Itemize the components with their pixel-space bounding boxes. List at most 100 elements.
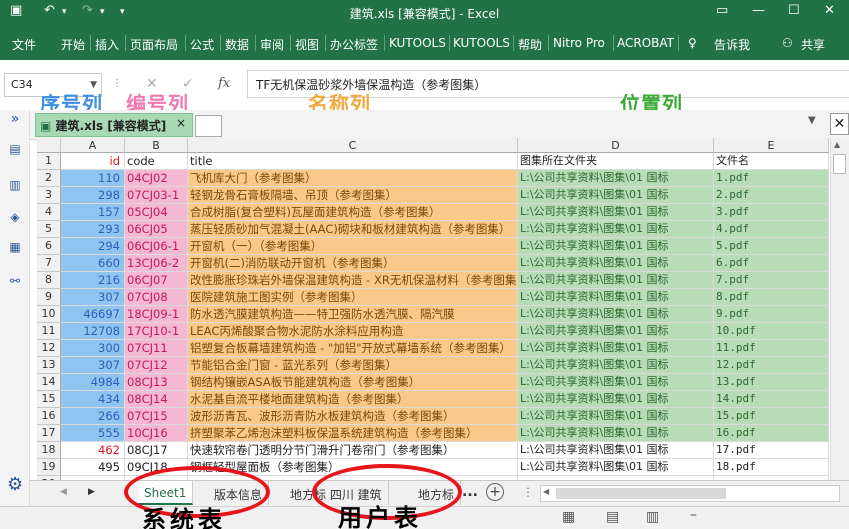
cell-b7[interactable]: 13CJ06-2	[125, 255, 188, 272]
cell-d19[interactable]: L:\公司共享资料\图集\01 国标	[518, 459, 714, 476]
scroll-sheets-right-icon[interactable]: ▶	[88, 487, 95, 497]
cell-b16[interactable]: 07CJ15	[125, 408, 188, 425]
column-header-c[interactable]: C	[188, 138, 518, 153]
cell-a19[interactable]: 495	[61, 459, 125, 476]
cell-a5[interactable]: 293	[61, 221, 125, 238]
expand-panel-icon[interactable]: »	[7, 112, 23, 126]
cell-c6[interactable]: 开窗机（一）（参考图集）	[188, 238, 518, 255]
cell-d4[interactable]: L:\公司共享资料\图集\01 国标	[518, 204, 714, 221]
tab-kutools-plus[interactable]: KUTOOLS	[453, 36, 510, 50]
cell-d17[interactable]: L:\公司共享资料\图集\01 国标	[518, 425, 714, 442]
cell-a2[interactable]: 110	[61, 170, 125, 187]
cell-e15[interactable]: 14.pdf	[714, 391, 829, 408]
document-tab[interactable]: ▣ 建筑.xls [兼容模式] ×	[35, 113, 193, 137]
cell-c3[interactable]: 轻钢龙骨石膏板隔墙、吊顶（参考图集）	[188, 187, 518, 204]
cell-a11[interactable]: 12708	[61, 323, 125, 340]
cell-e1[interactable]: 文件名	[714, 153, 829, 170]
cell-a6[interactable]: 294	[61, 238, 125, 255]
tab-list-dropdown-icon[interactable]: ▼	[808, 115, 816, 126]
row-header[interactable]: 18	[37, 442, 61, 459]
row-header[interactable]: 14	[37, 374, 61, 391]
minimize-button[interactable]: —	[752, 3, 765, 18]
cell-b13[interactable]: 07CJ12	[125, 357, 188, 374]
cell-c14[interactable]: 钢结构镶嵌ASA板节能建筑构造（参考图集）	[188, 374, 518, 391]
cell-d8[interactable]: L:\公司共享资料\图集\01 国标	[518, 272, 714, 289]
row-header[interactable]: 9	[37, 289, 61, 306]
close-document-tab-button[interactable]: ×	[176, 116, 186, 130]
layers-icon[interactable]: ◈	[7, 210, 23, 224]
cell-c16[interactable]: 波形沥青瓦、波形沥青防水板建筑构造（参考图集）	[188, 408, 518, 425]
cell-e13[interactable]: 12.pdf	[714, 357, 829, 374]
cell-e19[interactable]: 18.pdf	[714, 459, 829, 476]
cell-a8[interactable]: 216	[61, 272, 125, 289]
close-window-button[interactable]: ✕	[830, 113, 849, 135]
more-options-icon[interactable]: ⋮	[522, 485, 534, 499]
scroll-left-icon[interactable]: ◀	[543, 487, 549, 496]
cell-a15[interactable]: 434	[61, 391, 125, 408]
cell-c17[interactable]: 挤塑聚苯乙烯泡沫塑料板保温系统建筑构造（参考图集）	[188, 425, 518, 442]
cell-a18[interactable]: 462	[61, 442, 125, 459]
vertical-scrollbar[interactable]	[830, 138, 849, 480]
tab-acrobat[interactable]: ACROBAT	[617, 36, 674, 50]
cell-e17[interactable]: 16.pdf	[714, 425, 829, 442]
cell-d18[interactable]: L:\公司共享资料\图集\01 国标	[518, 442, 714, 459]
row-header[interactable]: 12	[37, 340, 61, 357]
select-all-corner[interactable]	[37, 138, 61, 153]
cell-a12[interactable]: 300	[61, 340, 125, 357]
row-header[interactable]: 2	[37, 170, 61, 187]
cell-c15[interactable]: 水泥基自流平楼地面建筑构造（参考图集）	[188, 391, 518, 408]
page-layout-view-icon[interactable]: ▤	[606, 509, 619, 525]
cell-c2[interactable]: 飞机库大门（参考图集）	[188, 170, 518, 187]
cell-c9[interactable]: 医院建筑施工图实例（参考图集）	[188, 289, 518, 306]
cell-c18[interactable]: 快速软帘卷门透明分节门滑升门卷帘门（参考图集）	[188, 442, 518, 459]
cell-e9[interactable]: 8.pdf	[714, 289, 829, 306]
cell-c4[interactable]: 合成树脂(复合塑料)瓦屋面建筑构造（参考图集）	[188, 204, 518, 221]
column-header-b[interactable]: B	[125, 138, 188, 153]
cell-d11[interactable]: L:\公司共享资料\图集\01 国标	[518, 323, 714, 340]
row-header[interactable]: 8	[37, 272, 61, 289]
cell-d14[interactable]: L:\公司共享资料\图集\01 国标	[518, 374, 714, 391]
tab-view[interactable]: 视图	[295, 36, 319, 53]
tab-nitro-pro[interactable]: Nitro Pro	[553, 36, 605, 50]
cell-c7[interactable]: 开窗机(二)消防联动开窗机（参考图集）	[188, 255, 518, 272]
cell-b5[interactable]: 06CJ05	[125, 221, 188, 238]
cell-d3[interactable]: L:\公司共享资料\图集\01 国标	[518, 187, 714, 204]
column-header-a[interactable]: A	[61, 138, 125, 153]
close-button[interactable]: ✕	[824, 3, 835, 18]
cell-e11[interactable]: 10.pdf	[714, 323, 829, 340]
cell-a4[interactable]: 157	[61, 204, 125, 221]
cell-e8[interactable]: 7.pdf	[714, 272, 829, 289]
cell-b6[interactable]: 06CJ06-1	[125, 238, 188, 255]
cell-d10[interactable]: L:\公司共享资料\图集\01 国标	[518, 306, 714, 323]
cell-c12[interactable]: 铝塑复合板幕墙建筑构造 - "加铝"开放式幕墙系统（参考图集）	[188, 340, 518, 357]
tab-insert[interactable]: 插入	[95, 36, 119, 53]
row-header[interactable]: 5	[37, 221, 61, 238]
cell-a16[interactable]: 266	[61, 408, 125, 425]
cell-e12[interactable]: 11.pdf	[714, 340, 829, 357]
cell-c13[interactable]: 节能铝合金门窗 - 蓝光系列（参考图集）	[188, 357, 518, 374]
cell-a13[interactable]: 307	[61, 357, 125, 374]
cell-d5[interactable]: L:\公司共享资料\图集\01 国标	[518, 221, 714, 238]
cell-b8[interactable]: 06CJ07	[125, 272, 188, 289]
cell-a1[interactable]: id	[61, 153, 125, 170]
cell-e6[interactable]: 5.pdf	[714, 238, 829, 255]
horizontal-scroll-thumb[interactable]	[556, 488, 726, 499]
row-header[interactable]: 11	[37, 323, 61, 340]
row-header[interactable]: 1	[37, 153, 61, 170]
cell-b10[interactable]: 18CJ09-1	[125, 306, 188, 323]
cell-d1[interactable]: 图集所在文件夹	[518, 153, 714, 170]
cell-d12[interactable]: L:\公司共享资料\图集\01 国标	[518, 340, 714, 357]
cell-d6[interactable]: L:\公司共享资料\图集\01 国标	[518, 238, 714, 255]
share-button[interactable]: 共享	[801, 36, 825, 53]
table-icon[interactable]: ▦	[7, 240, 23, 254]
cell-a10[interactable]: 46697	[61, 306, 125, 323]
cell-b18[interactable]: 08CJ17	[125, 442, 188, 459]
new-document-tab[interactable]	[195, 115, 222, 137]
cell-c10[interactable]: 防水透汽膜建筑构造——特卫强防水透汽膜、隔汽膜	[188, 306, 518, 323]
zoom-out-icon[interactable]: –	[690, 507, 697, 523]
row-header[interactable]: 6	[37, 238, 61, 255]
tab-review[interactable]: 审阅	[260, 36, 284, 53]
cell-c1[interactable]: title	[188, 153, 518, 170]
cell-b3[interactable]: 07CJ03-1	[125, 187, 188, 204]
row-header[interactable]: 4	[37, 204, 61, 221]
